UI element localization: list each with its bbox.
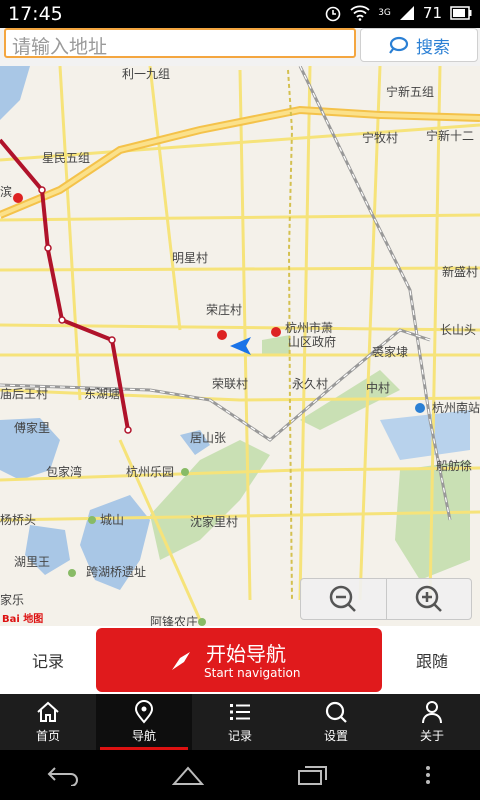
- start-navigation-subtitle: Start navigation: [204, 666, 301, 680]
- map-label: 宁牧村: [362, 130, 398, 145]
- network-type: 3G: [378, 8, 391, 18]
- map-label: 城山: [100, 513, 124, 527]
- map-label: 荣联村: [212, 377, 248, 391]
- tab-label: 设置: [323, 729, 348, 743]
- menu-icon[interactable]: [422, 764, 434, 786]
- tab-label: 导航: [131, 729, 156, 743]
- map-label: 杭州南站: [432, 400, 480, 415]
- map-label: 利一九组: [122, 67, 170, 81]
- battery-level: 71: [422, 4, 442, 22]
- map-label: 长山头: [440, 323, 476, 337]
- map-brand-logo: Bai 地图: [2, 614, 44, 625]
- map-view[interactable]: 利一九组 宁新五组 宁牧村 宁新十二 星民五组 明星村 新盛村 荣庄村 杭州市萧…: [0, 66, 480, 626]
- tab-bar: 首页 导航 记录 设置 关于: [0, 694, 480, 750]
- map-label: 杨桥头: [0, 512, 36, 527]
- status-icons: 3G 71: [324, 4, 472, 22]
- tab-navigation[interactable]: 导航: [96, 694, 192, 750]
- search-button[interactable]: 搜索: [360, 28, 478, 62]
- recent-apps-icon[interactable]: [297, 764, 329, 786]
- map-label: 东湖塘: [84, 386, 120, 401]
- list-icon: [230, 704, 250, 720]
- battery-icon: [450, 6, 472, 20]
- zoom-out-icon: [330, 585, 357, 612]
- map-label: 沈家里村: [190, 514, 238, 529]
- address-placeholder: 请输入地址: [12, 36, 108, 58]
- map-label: 宁新五组: [386, 84, 434, 99]
- map-label: 杭州乐园: [126, 464, 174, 479]
- location-pin-icon: [134, 700, 154, 724]
- map-label: 明星村: [172, 251, 208, 265]
- zoom-in-icon: [415, 585, 442, 612]
- map-label: 跨湖桥遗址: [86, 564, 146, 579]
- tab-label: 记录: [227, 729, 252, 743]
- map-label: 傅家里: [14, 420, 50, 435]
- zoom-out-button[interactable]: [301, 579, 387, 619]
- wifi-icon: [350, 5, 370, 21]
- map-label: 中村: [366, 380, 390, 395]
- map-label: 山区政府: [288, 334, 336, 349]
- home-icon: [37, 701, 59, 722]
- record-button[interactable]: 记录: [0, 626, 96, 694]
- map-label: 居山张: [190, 431, 226, 445]
- tab-label: 关于: [419, 729, 444, 743]
- map-canvas: 利一九组 宁新五组 宁牧村 宁新十二 星民五组 明星村 新盛村 荣庄村 杭州市萧…: [0, 66, 480, 626]
- system-nav-bar: [0, 750, 480, 800]
- map-label: 荣庄村: [206, 302, 242, 317]
- map-label: 船舫徐: [436, 458, 472, 473]
- search-button-label: 搜索: [416, 37, 450, 58]
- tab-records[interactable]: 记录: [192, 694, 288, 750]
- action-bar: 记录 开始导航 Start navigation 跟随: [0, 626, 480, 694]
- current-location-icon: [230, 337, 251, 355]
- tab-label: 首页: [35, 729, 60, 743]
- map-label: 滨: [0, 184, 12, 199]
- navigation-arrow-icon: [172, 652, 190, 670]
- zoom-in-button[interactable]: [387, 579, 472, 619]
- zoom-control: [300, 578, 472, 620]
- map-label: 湖里王: [14, 554, 50, 569]
- follow-button[interactable]: 跟随: [384, 626, 480, 694]
- map-label: 新盛村: [442, 264, 478, 279]
- search-settings-icon: [325, 701, 347, 723]
- back-icon[interactable]: [47, 764, 79, 786]
- map-label: 阿锋农庄: [150, 614, 198, 626]
- signal-icon: [399, 6, 414, 20]
- map-label: 庙后王村: [0, 387, 48, 401]
- map-label: 家乐: [0, 592, 24, 607]
- search-icon: [389, 36, 409, 54]
- search-bar: 请输入地址 搜索: [0, 28, 480, 66]
- alarm-icon: [325, 6, 341, 22]
- home-button-icon[interactable]: [171, 764, 204, 786]
- person-icon: [422, 701, 442, 724]
- status-bar: 17:45 3G 71: [0, 0, 480, 28]
- tab-settings[interactable]: 设置: [288, 694, 384, 750]
- map-label: 裘家埭: [372, 344, 408, 359]
- map-label: 包家湾: [46, 464, 82, 479]
- map-label: 永久村: [292, 377, 328, 391]
- tab-home[interactable]: 首页: [0, 694, 96, 750]
- status-time: 17:45: [8, 3, 63, 25]
- start-navigation-button[interactable]: 开始导航 Start navigation: [96, 628, 382, 692]
- map-label: 杭州市萧: [285, 320, 333, 335]
- map-label: 星民五组: [42, 151, 90, 165]
- address-search-input[interactable]: 请输入地址: [4, 28, 356, 58]
- map-label: 宁新十二: [426, 128, 474, 143]
- tab-about[interactable]: 关于: [384, 694, 480, 750]
- start-navigation-label: 开始导航: [206, 642, 286, 666]
